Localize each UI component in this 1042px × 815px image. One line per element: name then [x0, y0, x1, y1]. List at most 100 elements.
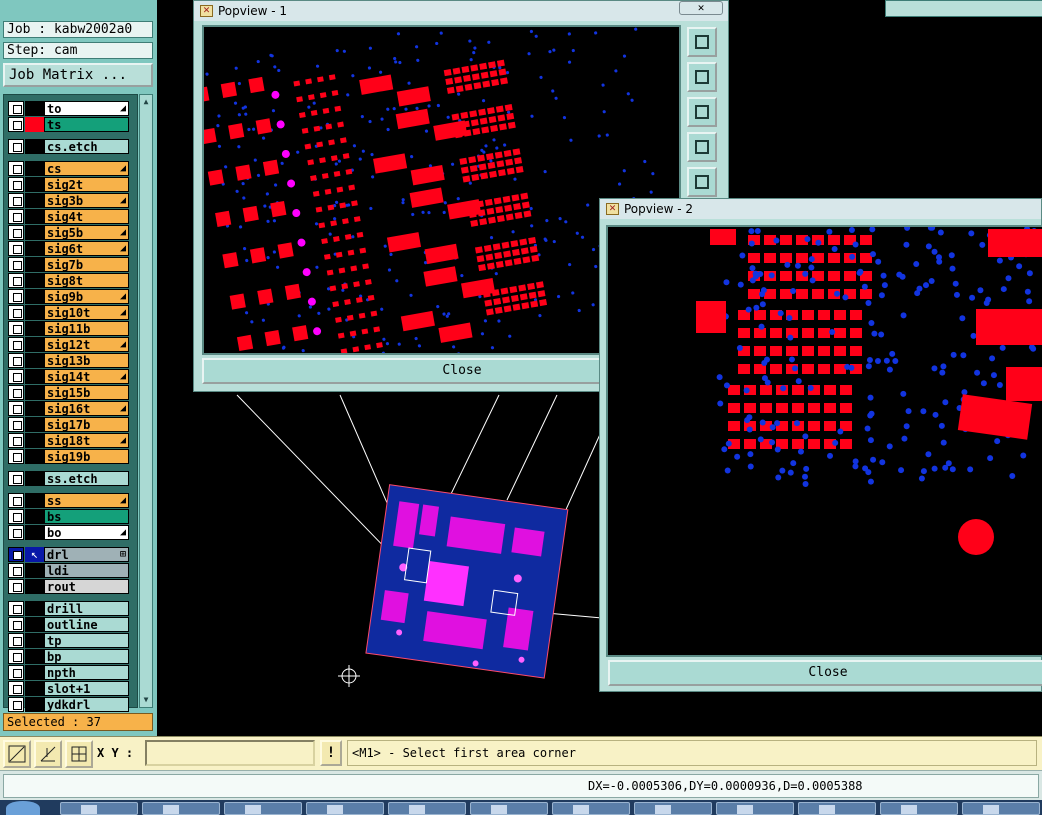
- layer-row[interactable]: sig8t: [8, 273, 129, 288]
- layer-row[interactable]: ts: [8, 117, 129, 132]
- popview-2-close-button[interactable]: Close: [608, 660, 1042, 686]
- layer-name[interactable]: sig3b ◢: [44, 193, 129, 208]
- taskbar-app[interactable]: [142, 802, 220, 815]
- start-button[interactable]: [6, 801, 40, 815]
- scroll-up-icon[interactable]: ▲: [141, 96, 151, 108]
- layer-checkbox[interactable]: [8, 117, 24, 132]
- layer-checkbox[interactable]: [8, 681, 24, 696]
- layer-name[interactable]: rout: [44, 579, 129, 594]
- layer-checkbox[interactable]: [8, 225, 24, 240]
- layer-name[interactable]: sig15b: [44, 385, 129, 400]
- layer-row[interactable]: sig9b ◢: [8, 289, 129, 304]
- grid-tool-icon[interactable]: [65, 740, 93, 768]
- move-down-icon[interactable]: [687, 97, 717, 127]
- move-right-icon[interactable]: [687, 167, 717, 197]
- layer-checkbox[interactable]: [8, 177, 24, 192]
- layer-checkbox[interactable]: [8, 369, 24, 384]
- taskbar-app[interactable]: [798, 802, 876, 815]
- layer-name[interactable]: ss ◢: [44, 493, 129, 508]
- taskbar-app[interactable]: [224, 802, 302, 815]
- layer-list-scrollbar[interactable]: ▲ ▼: [139, 94, 153, 708]
- layer-row[interactable]: sig4t: [8, 209, 129, 224]
- layer-checkbox[interactable]: [8, 471, 24, 486]
- exclamation-button[interactable]: !: [320, 740, 342, 766]
- layer-row[interactable]: sig5b ◢: [8, 225, 129, 240]
- layer-name[interactable]: sig5b ◢: [44, 225, 129, 240]
- layer-checkbox[interactable]: [8, 289, 24, 304]
- layer-name[interactable]: sig11b: [44, 321, 129, 336]
- graphic-canvas[interactable]: ✕ Popview - 1 ✕ Close ✕ Popview - 2 Clos…: [157, 0, 1042, 736]
- layer-name[interactable]: bp: [44, 649, 129, 664]
- layer-row[interactable]: sig17b: [8, 417, 129, 432]
- layer-name[interactable]: sig19b: [44, 449, 129, 464]
- layer-name[interactable]: sig18t ◢: [44, 433, 129, 448]
- layer-name[interactable]: sig12t ◢: [44, 337, 129, 352]
- layer-row[interactable]: bs: [8, 509, 129, 524]
- layer-checkbox[interactable]: [8, 433, 24, 448]
- layer-row[interactable]: sig18t ◢: [8, 433, 129, 448]
- layer-name[interactable]: drill: [44, 601, 129, 616]
- layer-name[interactable]: sig13b: [44, 353, 129, 368]
- layer-name[interactable]: sig8t: [44, 273, 129, 288]
- layer-name[interactable]: cs ◢: [44, 161, 129, 176]
- layer-name[interactable]: outline: [44, 617, 129, 632]
- layer-checkbox[interactable]: [8, 579, 24, 594]
- layer-row[interactable]: outline: [8, 617, 129, 632]
- taskbar-app[interactable]: [306, 802, 384, 815]
- layer-row[interactable]: cs ◢: [8, 161, 129, 176]
- measure-tool-icon[interactable]: [34, 740, 62, 768]
- move-left-icon[interactable]: [687, 132, 717, 162]
- layer-checkbox[interactable]: [8, 209, 24, 224]
- move-up-icon[interactable]: [687, 62, 717, 92]
- layer-checkbox[interactable]: [8, 161, 24, 176]
- layer-checkbox[interactable]: [8, 273, 24, 288]
- layer-name[interactable]: ss.etch: [44, 471, 129, 486]
- layer-checkbox[interactable]: [8, 649, 24, 664]
- layer-checkbox[interactable]: [8, 139, 24, 154]
- layer-row[interactable]: sig16t ◢: [8, 401, 129, 416]
- layer-name[interactable]: sig4t: [44, 209, 129, 224]
- taskbar-app[interactable]: [552, 802, 630, 815]
- layer-row[interactable]: tp: [8, 633, 129, 648]
- layer-name[interactable]: ldi: [44, 563, 129, 578]
- zoom-icon[interactable]: [687, 27, 717, 57]
- layer-name[interactable]: bo ◢: [44, 525, 129, 540]
- layer-name[interactable]: sig14t ◢: [44, 369, 129, 384]
- layer-row[interactable]: to ◢: [8, 101, 129, 116]
- job-matrix-button[interactable]: Job Matrix ...: [3, 63, 153, 87]
- layer-checkbox[interactable]: [8, 401, 24, 416]
- layer-row[interactable]: sig3b ◢: [8, 193, 129, 208]
- layer-name[interactable]: to ◢: [44, 101, 129, 116]
- layer-name[interactable]: sig7b: [44, 257, 129, 272]
- layer-checkbox[interactable]: [8, 257, 24, 272]
- layer-row[interactable]: sig12t ◢: [8, 337, 129, 352]
- layer-row[interactable]: ldi: [8, 563, 129, 578]
- taskbar-app[interactable]: [962, 802, 1040, 815]
- layer-name[interactable]: cs.etch: [44, 139, 129, 154]
- layer-row[interactable]: ydkdrl: [8, 697, 129, 712]
- layer-row[interactable]: ss.etch: [8, 471, 129, 486]
- taskbar-app[interactable]: [60, 802, 138, 815]
- layer-checkbox[interactable]: [8, 417, 24, 432]
- layer-name[interactable]: ydkdrl: [44, 697, 129, 712]
- layer-checkbox[interactable]: [8, 617, 24, 632]
- layer-name[interactable]: sig9b ◢: [44, 289, 129, 304]
- layer-row[interactable]: ss ◢: [8, 493, 129, 508]
- popview-2-viewport[interactable]: [606, 225, 1042, 657]
- layer-checkbox[interactable]: [8, 633, 24, 648]
- layer-row[interactable]: sig10t ◢: [8, 305, 129, 320]
- layer-checkbox[interactable]: [8, 321, 24, 336]
- taskbar-app[interactable]: [388, 802, 466, 815]
- layer-row[interactable]: sig2t: [8, 177, 129, 192]
- layer-name[interactable]: tp: [44, 633, 129, 648]
- layer-row[interactable]: npth: [8, 665, 129, 680]
- layer-checkbox[interactable]: [8, 563, 24, 578]
- layer-checkbox[interactable]: [8, 665, 24, 680]
- layer-name[interactable]: npth: [44, 665, 129, 680]
- layer-name[interactable]: ts: [44, 117, 129, 132]
- layer-name[interactable]: drl ⊞: [44, 547, 129, 562]
- layer-checkbox[interactable]: [8, 241, 24, 256]
- layer-name[interactable]: slot+1: [44, 681, 129, 696]
- layer-name[interactable]: sig16t ◢: [44, 401, 129, 416]
- layer-checkbox[interactable]: [8, 101, 24, 116]
